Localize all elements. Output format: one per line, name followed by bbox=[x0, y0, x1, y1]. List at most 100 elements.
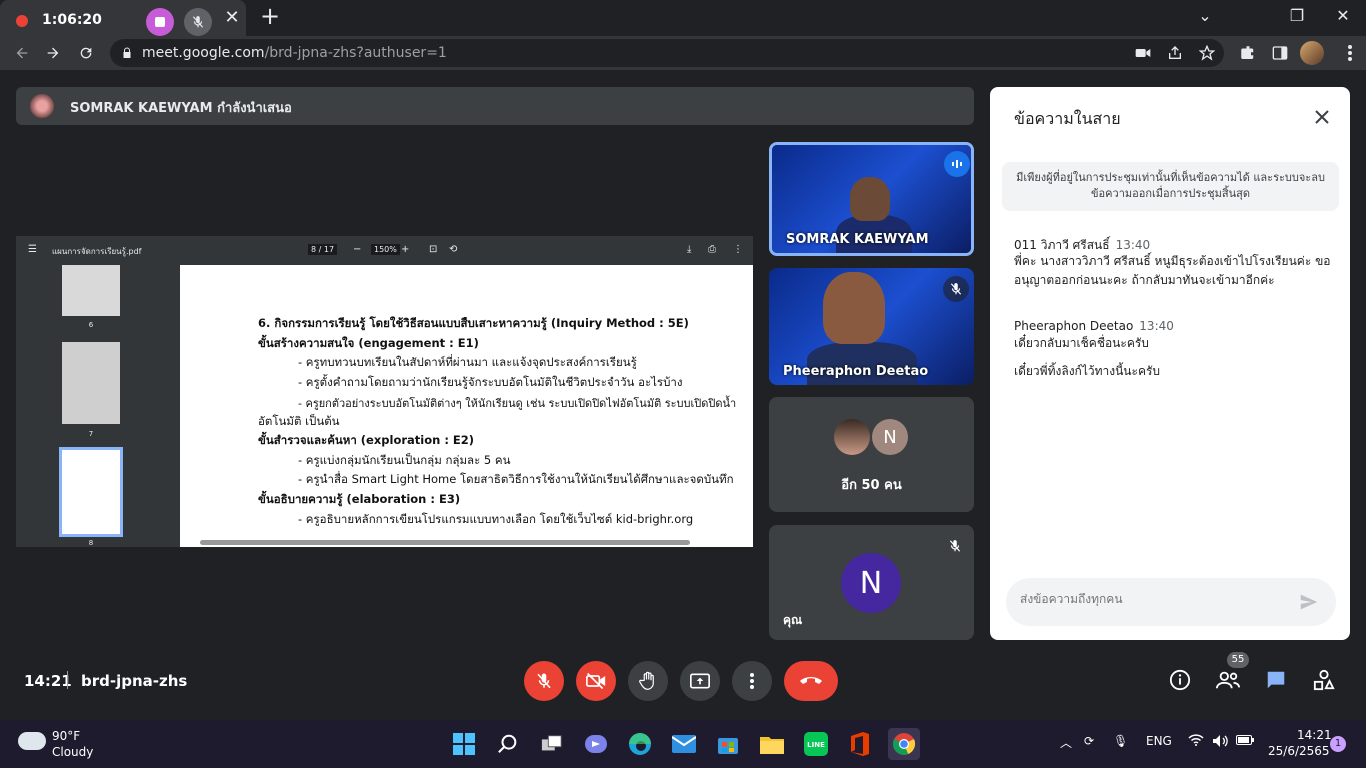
volume-icon[interactable] bbox=[1212, 734, 1228, 751]
leave-call-button[interactable] bbox=[784, 661, 838, 701]
url-text: meet.google.com/brd-jpna-zhs?authuser=1 bbox=[142, 45, 447, 61]
toggle-camera-button[interactable] bbox=[576, 661, 616, 701]
others-tile[interactable]: N อีก 50 คน bbox=[769, 397, 974, 512]
people-button[interactable] bbox=[1216, 668, 1240, 692]
teams-chat-button[interactable] bbox=[580, 728, 612, 760]
doc-line: ขั้นอธิบายความรู้ (elaboration : E3) bbox=[258, 492, 461, 506]
camera-icon[interactable] bbox=[1134, 44, 1152, 62]
mic-off-icon bbox=[942, 533, 968, 559]
pdf-more-icon: ⋮ bbox=[733, 244, 743, 255]
mail-button[interactable] bbox=[668, 728, 700, 760]
extensions-icon[interactable] bbox=[1238, 43, 1258, 63]
hang-up-icon bbox=[800, 677, 822, 684]
pdf-viewer: 6. กิจกรรมการเรียนรู้ โดยใช้วิธีสอนแบบสื… bbox=[180, 265, 753, 547]
self-tile[interactable]: N คุณ bbox=[769, 525, 974, 640]
chat-button[interactable] bbox=[1264, 668, 1288, 692]
presenter-bar: SOMRAK KAEWYAM กำลังนำเสนอ bbox=[16, 87, 974, 125]
sync-icon[interactable]: ⟳ bbox=[1084, 734, 1094, 748]
system-clock-date[interactable]: 25/6/2565 bbox=[1268, 744, 1330, 758]
thumbnail-page-current bbox=[59, 447, 123, 537]
meeting-code: brd-jpna-zhs bbox=[81, 672, 188, 690]
more-options-button[interactable] bbox=[732, 661, 772, 701]
address-bar[interactable]: meet.google.com/brd-jpna-zhs?authuser=1 bbox=[110, 39, 1224, 67]
close-tab-icon[interactable]: ✕ bbox=[222, 8, 242, 28]
edge-button[interactable] bbox=[624, 728, 656, 760]
office-icon bbox=[851, 732, 869, 756]
present-screen-button[interactable] bbox=[680, 661, 720, 701]
restore-window-button[interactable]: ❐ bbox=[1274, 0, 1320, 30]
store-button[interactable] bbox=[712, 728, 744, 760]
chat-input[interactable] bbox=[1020, 592, 1280, 606]
profile-avatar[interactable] bbox=[1300, 41, 1324, 65]
folder-icon bbox=[760, 737, 784, 754]
file-explorer-button[interactable] bbox=[756, 728, 788, 760]
camera-off-icon bbox=[586, 672, 606, 690]
stop-icon bbox=[155, 17, 165, 27]
share-icon[interactable] bbox=[1166, 44, 1184, 62]
mail-icon bbox=[672, 735, 696, 753]
chat-panel: ข้อความในสาย มีเพียงผู้ที่อยู่ในการประชุ… bbox=[990, 87, 1350, 640]
svg-text:LINE: LINE bbox=[807, 741, 825, 749]
doc-line: - ครูอธิบายหลักการเขียนโปรแกรมแบบทางเลือ… bbox=[298, 512, 694, 526]
system-clock-time[interactable]: 14:21 bbox=[1297, 728, 1332, 742]
thumbnail-label: 8 bbox=[88, 539, 94, 547]
hand-icon bbox=[639, 671, 654, 690]
show-hidden-icons-chevron-icon[interactable]: ︿ bbox=[1060, 734, 1072, 751]
zoom-in-icon: + bbox=[401, 244, 410, 255]
reload-icon bbox=[80, 47, 92, 59]
chat-title: ข้อความในสาย bbox=[1014, 109, 1121, 128]
line-app-button[interactable]: LINE bbox=[800, 728, 832, 760]
start-button[interactable] bbox=[448, 728, 480, 760]
close-chat-button[interactable] bbox=[1310, 105, 1334, 129]
chat-input-box[interactable] bbox=[1006, 578, 1336, 626]
windows-icon bbox=[453, 733, 475, 755]
weather-temperature: 90°F bbox=[52, 729, 81, 743]
presenter-text: SOMRAK KAEWYAM กำลังนำเสนอ bbox=[70, 101, 292, 116]
separator bbox=[67, 671, 68, 689]
task-view-icon bbox=[541, 735, 562, 751]
pdf-page: 6. กิจกรรมการเรียนรู้ โดยใช้วิธีสอนแบบสื… bbox=[180, 265, 753, 547]
activities-icon bbox=[1313, 669, 1335, 691]
pdf-zoom: 150% bbox=[371, 244, 400, 255]
mic-off-button[interactable] bbox=[184, 8, 212, 36]
stop-recording-button[interactable] bbox=[146, 8, 174, 36]
reload-button[interactable] bbox=[73, 40, 99, 66]
meeting-details-button[interactable] bbox=[1168, 668, 1192, 692]
mic-icon[interactable]: 🎙 bbox=[1113, 734, 1128, 748]
input-language[interactable]: ENG bbox=[1146, 734, 1172, 748]
chrome-icon bbox=[892, 733, 916, 755]
office-button[interactable] bbox=[844, 728, 876, 760]
more-vert-icon bbox=[750, 673, 754, 689]
toggle-mic-button[interactable] bbox=[524, 661, 564, 701]
doc-line: - ครูนำสื่อ Smart Light Home โดยสาธิตวิธ… bbox=[298, 472, 734, 486]
activities-button[interactable] bbox=[1312, 668, 1336, 692]
back-button[interactable] bbox=[9, 40, 35, 66]
new-tab-button[interactable]: + bbox=[258, 4, 282, 28]
send-icon[interactable] bbox=[1298, 591, 1320, 613]
mic-off-icon bbox=[192, 16, 204, 28]
forward-button[interactable] bbox=[40, 40, 66, 66]
os-taskbar: 90°F Cloudy LINE ︿ ⟳ 🎙 ENG 14:21 25/6/25… bbox=[0, 720, 1366, 768]
self-label: คุณ bbox=[783, 613, 803, 627]
more-vert-icon[interactable] bbox=[1340, 43, 1360, 63]
raise-hand-button[interactable] bbox=[628, 661, 668, 701]
participant-tile-presenter[interactable]: SOMRAK KAEWYAM bbox=[769, 142, 974, 256]
battery-icon[interactable] bbox=[1236, 734, 1254, 748]
participant-name: Pheeraphon Deetao bbox=[783, 364, 929, 379]
taskbar-search-button[interactable] bbox=[492, 728, 524, 760]
video-figure bbox=[850, 177, 890, 221]
bookmark-star-icon[interactable] bbox=[1198, 44, 1216, 62]
thumbnail-page bbox=[62, 265, 120, 316]
recording-time: 1:06:20 bbox=[42, 12, 102, 28]
participant-avatar: N bbox=[872, 419, 908, 455]
wifi-icon[interactable] bbox=[1188, 734, 1204, 749]
participant-tile-second[interactable]: Pheeraphon Deetao bbox=[769, 268, 974, 385]
notification-badge[interactable]: 1 bbox=[1330, 736, 1346, 752]
task-view-button[interactable] bbox=[536, 728, 568, 760]
pdf-thumbnails: 6 7 8 bbox=[16, 265, 180, 547]
side-panel-icon[interactable] bbox=[1270, 43, 1290, 63]
search-icon bbox=[498, 734, 517, 753]
chrome-button[interactable] bbox=[888, 728, 920, 760]
tab-search-icon[interactable]: ⌄ bbox=[1182, 0, 1228, 30]
close-window-button[interactable]: ✕ bbox=[1320, 0, 1366, 30]
